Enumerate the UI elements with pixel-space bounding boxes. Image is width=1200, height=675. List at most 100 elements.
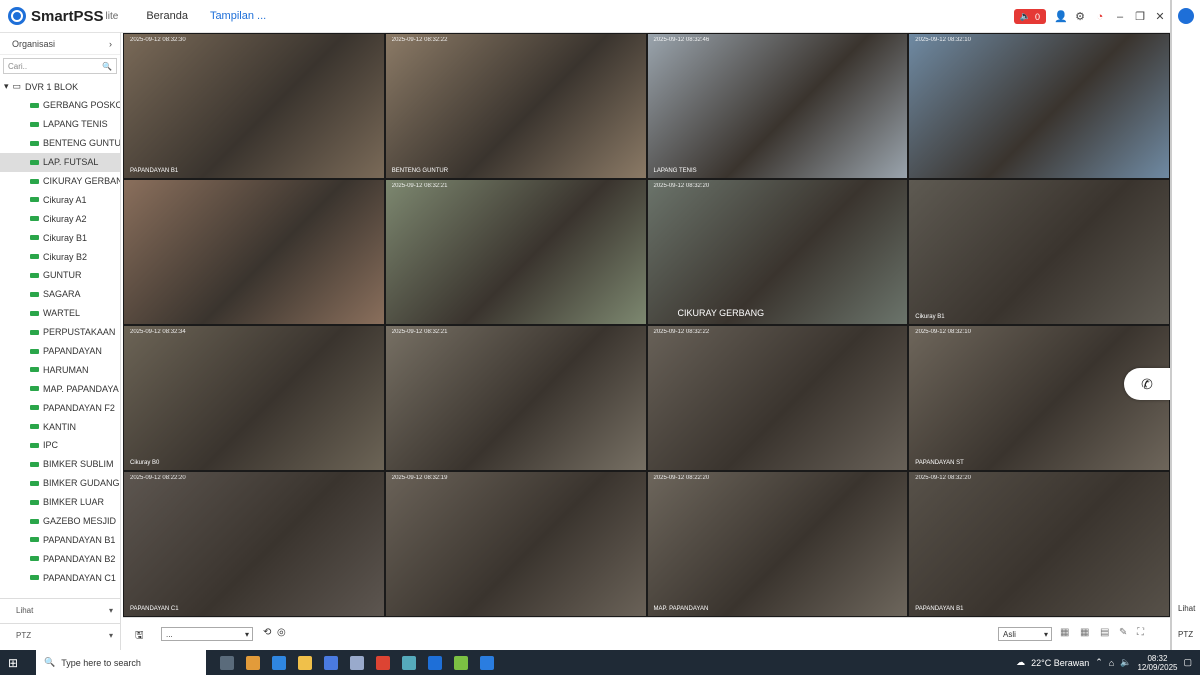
- gear-icon[interactable]: ⚙: [1074, 11, 1086, 23]
- video-tile[interactable]: 2025-09-12 08:32:21: [385, 180, 646, 324]
- channel-item[interactable]: HARUMAN: [0, 360, 120, 379]
- notification-icon[interactable]: ▢: [1183, 657, 1192, 668]
- layout-2-icon[interactable]: ▦: [1080, 627, 1089, 638]
- layout-3-icon[interactable]: ▤: [1100, 627, 1109, 638]
- app-icon[interactable]: [350, 655, 365, 670]
- channel-item[interactable]: MAP. PAPANDAYA: [0, 379, 120, 398]
- close-icon[interactable]: ✕: [1154, 11, 1166, 23]
- video-tile[interactable]: 2025-09-12 08:32:21: [385, 326, 646, 470]
- app-icon[interactable]: [402, 655, 417, 670]
- channel-item[interactable]: PAPANDAYAN: [0, 342, 120, 361]
- copilot-icon[interactable]: [246, 655, 261, 670]
- fullscreen-icon[interactable]: ⛶: [1137, 627, 1144, 638]
- channel-item[interactable]: GERBANG POSKO: [0, 96, 120, 115]
- video-tile[interactable]: 2025-09-12 08:32:22: [647, 326, 908, 470]
- taskbar-search-input[interactable]: 🔍 Type here to search: [36, 650, 207, 675]
- store-icon[interactable]: [324, 655, 339, 670]
- channel-item[interactable]: BIMKER SUBLIM: [0, 455, 120, 474]
- channel-item[interactable]: BENTENG GUNTU: [0, 134, 120, 153]
- layout-1-icon[interactable]: ▦: [1060, 627, 1069, 638]
- video-tile[interactable]: Cikuray B1: [909, 180, 1169, 324]
- device-search-input[interactable]: Cari.. 🔍: [3, 58, 117, 74]
- video-tile[interactable]: 2025-09-12 08:32:20 CIKURAY GERBANG: [647, 180, 908, 324]
- video-tile[interactable]: 2025-09-12 08:32:22 BENTENG GUNTUR: [385, 34, 646, 178]
- channel-item[interactable]: Cikuray B2: [0, 247, 120, 266]
- channel-item[interactable]: PAPANDAYAN F2: [0, 398, 120, 417]
- channel-label: PAPANDAYAN F2: [43, 402, 115, 413]
- channel-item[interactable]: SAGARA: [0, 285, 120, 304]
- video-tile[interactable]: 2025-09-12 08:22:20 MAP. PAPANDAYAN: [647, 472, 908, 616]
- video-tile[interactable]: [124, 180, 384, 324]
- cycle-icon[interactable]: ⟲: [263, 627, 271, 638]
- volume-icon[interactable]: 🔈: [1120, 657, 1131, 668]
- channel-item[interactable]: LAPANG TENIS: [0, 115, 120, 134]
- video-tile[interactable]: 2025-09-12 08:32:30 PAPANDAYAN B1: [124, 34, 384, 178]
- video-tile[interactable]: 2025-09-12 08:32:10 PAPANDAYAN ST: [909, 326, 1169, 470]
- windows-start-icon[interactable]: ⊞: [8, 656, 18, 670]
- video-channel-label: Cikuray B0: [130, 460, 160, 466]
- organisasi-header[interactable]: Organisasi ›: [0, 33, 120, 55]
- video-tile[interactable]: 2025-09-12 08:32:19: [385, 472, 646, 616]
- chevron-down-icon: ▾: [244, 629, 249, 639]
- ptz-panel-toggle[interactable]: PTZ ▾: [0, 623, 121, 647]
- save-icon[interactable]: 🖫: [135, 628, 144, 645]
- camera-icon: [30, 405, 39, 411]
- channel-item[interactable]: IPC: [0, 436, 120, 455]
- clock[interactable]: 08:32 12/09/2025: [1137, 654, 1177, 672]
- user-icon[interactable]: 👤: [1054, 11, 1068, 23]
- edit-layout-icon[interactable]: ✎: [1119, 627, 1127, 638]
- video-tile[interactable]: 2025-09-12 08:32:20 PAPANDAYAN B1: [909, 472, 1169, 616]
- channel-item[interactable]: PAPANDAYAN B2: [0, 549, 120, 568]
- chrome-icon[interactable]: [376, 655, 391, 670]
- channel-item[interactable]: GAZEBO MESJID: [0, 512, 120, 531]
- video-tile[interactable]: 2025-09-12 08:32:34 Cikuray B0: [124, 326, 384, 470]
- camera-icon: [30, 367, 39, 373]
- lihat-panel-toggle[interactable]: Lihat ▾: [0, 598, 121, 622]
- channel-label: Cikuray B2: [43, 251, 88, 262]
- settings-circle-icon[interactable]: ◎: [277, 627, 286, 638]
- channel-item[interactable]: PAPANDAYAN B1: [0, 530, 120, 549]
- restore-icon[interactable]: ❐: [1134, 11, 1146, 23]
- video-timestamp: 2025-09-12 08:32:22: [653, 329, 710, 335]
- smartpss-logo-icon: [8, 7, 26, 25]
- camera-icon: [30, 216, 39, 222]
- aspect-select[interactable]: Asli ▾: [998, 627, 1052, 641]
- weather-text[interactable]: 22°C Berawan: [1031, 658, 1089, 668]
- channel-item[interactable]: BIMKER LUAR: [0, 493, 120, 512]
- video-channel-label: PAPANDAYAN C1: [130, 606, 179, 612]
- tab-beranda[interactable]: Beranda: [146, 10, 188, 22]
- channel-item[interactable]: PAPANDAYAN C1: [0, 568, 120, 587]
- lihat-label: Lihat: [1178, 604, 1196, 613]
- channel-item[interactable]: PERPUSTAKAAN: [0, 323, 120, 342]
- network-icon[interactable]: ⌂: [1109, 658, 1114, 668]
- smartpss-taskbar-icon[interactable]: [428, 655, 443, 670]
- alarm-count: 0: [1034, 11, 1040, 22]
- channel-item[interactable]: CIKURAY GERBAN: [0, 172, 120, 191]
- tab-tampilan[interactable]: Tampilan ...: [210, 10, 266, 22]
- smartpss-taskbar-icon[interactable]: [480, 655, 495, 670]
- performance-icon[interactable]: ◔: [1094, 11, 1106, 23]
- video-tile[interactable]: 2025-09-12 08:22:20 PAPANDAYAN C1: [124, 472, 384, 616]
- channel-label: CIKURAY GERBAN: [43, 176, 120, 186]
- edge-icon[interactable]: [272, 655, 287, 670]
- channel-item[interactable]: KANTIN: [0, 417, 120, 436]
- channel-item[interactable]: Cikuray A2: [0, 209, 120, 228]
- video-timestamp: 2025-09-12 08:32:21: [391, 329, 448, 335]
- alarm-button[interactable]: 🔈 0: [1013, 9, 1046, 24]
- channel-item[interactable]: Cikuray A1: [0, 190, 120, 209]
- channel-item[interactable]: LAP. FUTSAL: [0, 152, 120, 172]
- video-tile[interactable]: 2025-09-12 08:32:46 LAPANG TENIS: [647, 34, 908, 178]
- phone-icon[interactable]: ✆: [1124, 368, 1170, 400]
- task-view-icon[interactable]: [220, 655, 235, 670]
- channel-item[interactable]: Cikuray B1: [0, 228, 120, 247]
- channel-item[interactable]: BIMKER GUDANG: [0, 474, 120, 493]
- file-explorer-icon[interactable]: [298, 655, 313, 670]
- channel-item[interactable]: GUNTUR: [0, 266, 120, 285]
- minimize-icon[interactable]: –: [1114, 11, 1126, 23]
- channel-item[interactable]: WARTEL: [0, 304, 120, 323]
- video-tile[interactable]: 2025-09-12 08:32:10: [909, 34, 1169, 178]
- tree-root-dvr[interactable]: ▾ ▭ DVR 1 BLOK: [0, 77, 120, 96]
- view-select[interactable]: ... ▾: [161, 627, 253, 641]
- app-icon[interactable]: [454, 655, 469, 670]
- chevron-up-icon[interactable]: ⌃: [1095, 657, 1103, 668]
